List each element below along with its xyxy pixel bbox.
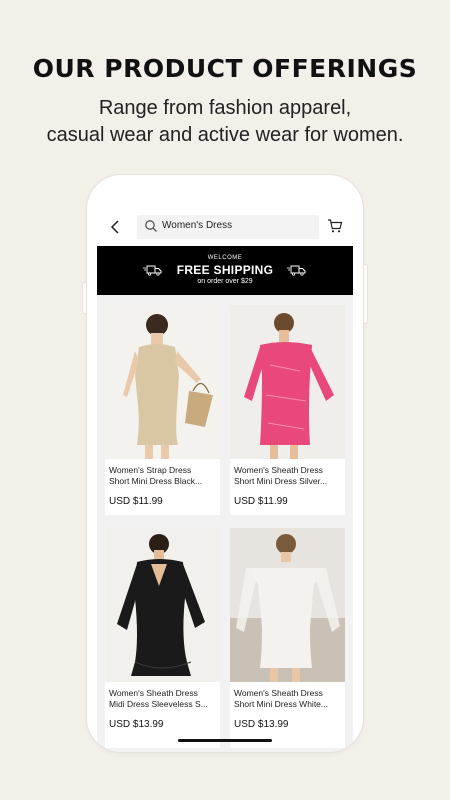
product-title-line2: Midi Dress Sleeveless S... — [109, 699, 208, 709]
phone-frame: Women's Dress WELCOME FREE SHIPPING on o… — [87, 175, 363, 752]
product-card[interactable]: Women's Sheath Dress Midi Dress Sleevele… — [105, 528, 220, 748]
search-query: Women's Dress — [162, 220, 233, 231]
promo-subline-2: casual wear and active wear for women. — [46, 124, 404, 146]
chevron-left-icon[interactable] — [107, 218, 125, 236]
cart-icon[interactable] — [327, 218, 343, 234]
promo-headline: OUR PRODUCT OFFERINGS — [32, 54, 418, 83]
product-price: USD $13.99 — [234, 719, 289, 730]
product-price: USD $13.99 — [109, 719, 164, 730]
search-input[interactable]: Women's Dress — [137, 215, 319, 239]
search-icon — [145, 220, 157, 232]
truck-icon — [287, 265, 306, 276]
app-header: Women's Dress — [87, 215, 363, 239]
product-card[interactable]: Women's Sheath Dress Short Mini Dress Si… — [230, 305, 345, 515]
product-image — [105, 528, 220, 682]
home-indicator[interactable] — [178, 739, 272, 742]
product-title-line2: Short Mini Dress Silver... — [234, 476, 328, 486]
product-title-line1: Women's Sheath Dress — [234, 465, 323, 475]
product-grid: Women's Strap Dress Short Mini Dress Bla… — [97, 295, 353, 752]
banner-welcome: WELCOME — [207, 255, 243, 261]
banner-subtitle: on order over $29 — [197, 278, 253, 285]
product-image — [230, 528, 345, 682]
product-image — [230, 305, 345, 459]
product-title-line1: Women's Strap Dress — [109, 465, 192, 475]
product-title-line2: Short Mini Dress White... — [234, 699, 328, 709]
product-price: USD $11.99 — [109, 496, 163, 507]
product-title-line2: Short Mini Dress Black... — [109, 476, 203, 486]
product-title-line1: Women's Sheath Dress — [234, 688, 323, 698]
product-card[interactable]: Women's Strap Dress Short Mini Dress Bla… — [105, 305, 220, 515]
promo-subline-1: Range from fashion apparel, — [98, 97, 352, 119]
product-card[interactable]: Women's Sheath Dress Short Mini Dress Wh… — [230, 528, 345, 748]
banner-title: FREE SHIPPING — [176, 263, 274, 277]
product-image — [105, 305, 220, 459]
product-price: USD $11.99 — [234, 496, 288, 507]
free-shipping-banner[interactable]: WELCOME FREE SHIPPING on order over $29 — [97, 246, 353, 295]
product-title-line1: Women's Sheath Dress — [109, 688, 198, 698]
